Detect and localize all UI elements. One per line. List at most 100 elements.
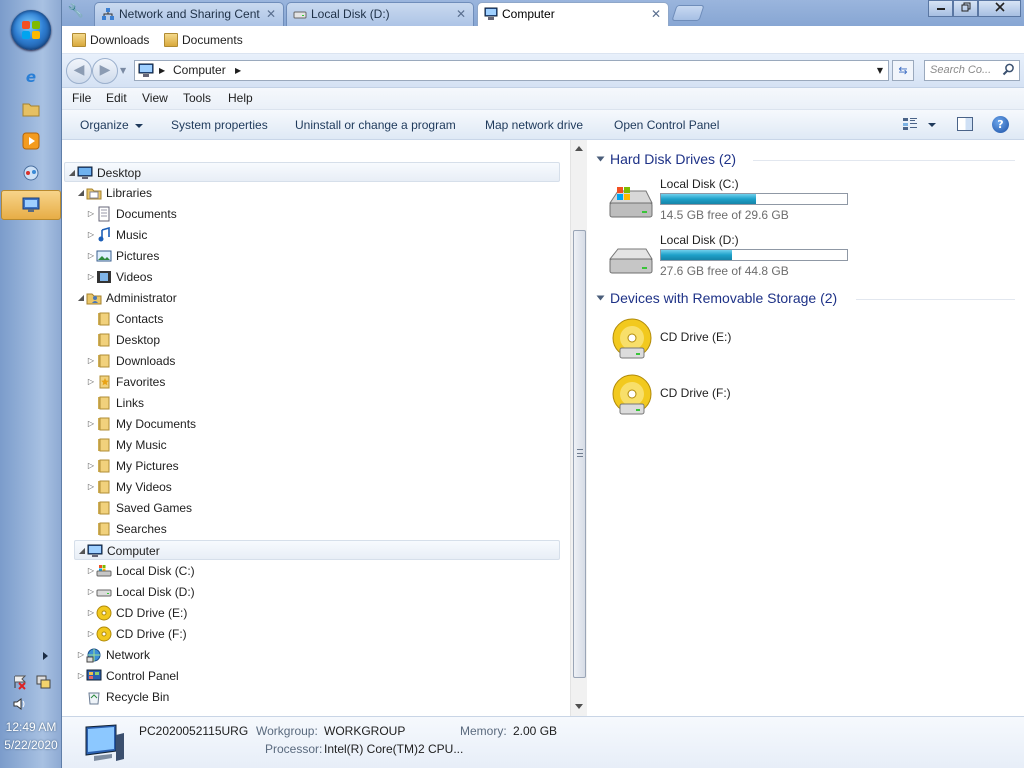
address-bar[interactable]: ▶ Computer ▶ ▼ [134,60,889,81]
tree-item-cd-drive-f[interactable]: ▷ CD Drive (F:) [84,624,560,644]
expand-arrow-icon[interactable]: ▷ [86,624,96,644]
network-status-icon[interactable] [35,674,51,690]
expand-arrow-icon[interactable]: ▷ [86,561,96,581]
tab-network-sharing[interactable]: Network and Sharing Cent ✕ [94,2,284,26]
more-options-icon[interactable] [928,123,936,127]
system-properties-button[interactable]: System properties [171,118,268,132]
tree-item-videos[interactable]: ▷ Videos [84,267,560,287]
wrench-icon[interactable]: 🔧 [64,2,88,22]
new-tab-button[interactable] [671,5,705,21]
cd-drive-e[interactable]: CD Drive (E:) [606,316,906,364]
tree-item-desktop[interactable]: ◢ Desktop [64,162,560,182]
tree-item-searches[interactable]: Searches [84,519,560,539]
expand-arrow-icon[interactable]: ▷ [86,204,96,224]
media-player-icon[interactable] [20,130,42,152]
expand-arrow-icon[interactable]: ▷ [86,477,96,497]
search-icon[interactable] [1002,63,1015,76]
scroll-up-icon[interactable] [575,146,583,151]
tree-item-saved-games[interactable]: Saved Games [84,498,560,518]
tree-item-contacts[interactable]: Contacts [84,309,560,329]
removable-storage-header[interactable]: Devices with Removable Storage (2) [610,290,837,306]
close-tab-icon[interactable]: ✕ [651,3,661,25]
breadcrumb-separator-icon[interactable]: ▶ [235,64,241,78]
tree-item-local-disk-c[interactable]: ▷ Local Disk (C:) [84,561,560,581]
tree-item-desktop[interactable]: Desktop [84,330,560,350]
menu-help[interactable]: Help [228,91,253,105]
collapse-arrow-icon[interactable]: ◢ [76,288,86,308]
recent-pages-icon[interactable]: ▼ [120,66,126,75]
tree-item-my-documents[interactable]: ▷ My Documents [84,414,560,434]
tree-item-downloads[interactable]: ▷ Downloads [84,351,560,371]
tree-item-administrator[interactable]: ◢ Administrator [74,288,560,308]
collapse-group-icon[interactable] [596,156,605,162]
show-hidden-icons-icon[interactable] [43,652,48,660]
scroll-down-icon[interactable] [575,704,583,709]
tree-item-control-panel[interactable]: ▷ Control Panel [74,666,560,686]
expand-arrow-icon[interactable]: ▷ [86,246,96,266]
minimize-button[interactable] [928,0,953,17]
internet-explorer-icon[interactable]: e [20,66,42,88]
hard-disk-drives-header[interactable]: Hard Disk Drives (2) [610,151,736,167]
tab-computer[interactable]: Computer ✕ [477,2,669,27]
collapse-arrow-icon[interactable]: ◢ [77,541,87,561]
search-input[interactable]: Search Co... [930,64,991,76]
tab-local-disk-d[interactable]: Local Disk (D:) ✕ [286,2,474,26]
expand-arrow-icon[interactable]: ▷ [86,582,96,602]
tree-scrollbar[interactable] [570,140,587,716]
action-center-icon[interactable] [12,674,28,690]
tree-item-my-videos[interactable]: ▷ My Videos [84,477,560,497]
tree-item-cd-drive-e[interactable]: ▷ CD Drive (E:) [84,603,560,623]
collapse-arrow-icon[interactable]: ◢ [76,183,86,203]
address-dropdown-icon[interactable]: ▼ [877,64,883,78]
menu-file[interactable]: File [72,91,91,105]
expand-arrow-icon[interactable]: ▷ [86,456,96,476]
tree-item-my-music[interactable]: My Music [84,435,560,455]
change-view-icon[interactable] [902,117,918,131]
explorer-folder-icon[interactable] [20,98,42,120]
collapse-arrow-icon[interactable]: ◢ [67,163,77,183]
drive-local-disk-c[interactable]: Local Disk (C:) 14.5 GB free of 29.6 GB [606,177,1006,227]
forward-button[interactable]: ▶ [92,58,118,84]
open-control-panel-button[interactable]: Open Control Panel [614,118,719,132]
drive-local-disk-d[interactable]: Local Disk (D:) 27.6 GB free of 44.8 GB [606,233,1006,283]
volume-icon[interactable] [12,696,28,712]
menu-tools[interactable]: Tools [183,91,211,105]
search-box[interactable]: Search Co... [924,60,1020,81]
tree-item-libraries[interactable]: ◢ Libraries [74,183,560,203]
expand-arrow-icon[interactable]: ▷ [86,225,96,245]
system-clock[interactable]: 12:49 AM 5/22/2020 [0,718,62,754]
breadcrumb-separator-icon[interactable]: ▶ [159,64,165,78]
tree-item-network[interactable]: ▷ Network [74,645,560,665]
tree-item-favorites[interactable]: ▷ Favorites [84,372,560,392]
menu-view[interactable]: View [142,91,168,105]
menu-edit[interactable]: Edit [106,91,127,105]
active-window-button[interactable] [1,190,61,220]
close-tab-icon[interactable]: ✕ [266,3,276,25]
tree-item-pictures[interactable]: ▷ Pictures [84,246,560,266]
tree-item-local-disk-d[interactable]: ▷ Local Disk (D:) [84,582,560,602]
tree-item-recycle-bin[interactable]: Recycle Bin [74,687,560,707]
favorite-documents[interactable]: Documents [162,31,243,49]
expand-arrow-icon[interactable]: ▷ [86,372,96,392]
uninstall-program-button[interactable]: Uninstall or change a program [295,118,456,132]
tree-item-computer[interactable]: ◢ Computer [74,540,560,560]
collapse-group-icon[interactable] [596,295,605,301]
expand-arrow-icon[interactable]: ▷ [86,603,96,623]
expand-arrow-icon[interactable]: ▷ [76,645,86,665]
close-tab-icon[interactable]: ✕ [456,3,466,25]
refresh-button[interactable]: ⇆ [892,60,914,81]
organize-button[interactable]: Organize [80,118,143,132]
expand-arrow-icon[interactable]: ▷ [86,414,96,434]
expand-arrow-icon[interactable]: ▷ [86,351,96,371]
games-icon[interactable] [20,162,42,184]
tree-item-links[interactable]: Links [84,393,560,413]
preview-pane-icon[interactable] [957,117,973,131]
cd-drive-f[interactable]: CD Drive (F:) [606,372,906,420]
expand-arrow-icon[interactable]: ▷ [76,666,86,686]
close-window-button[interactable] [978,0,1021,17]
tree-item-music[interactable]: ▷ Music [84,225,560,245]
tree-item-my-pictures[interactable]: ▷ My Pictures [84,456,560,476]
scroll-thumb[interactable] [573,230,586,678]
restore-button[interactable] [953,0,978,17]
help-icon[interactable]: ? [992,116,1009,133]
